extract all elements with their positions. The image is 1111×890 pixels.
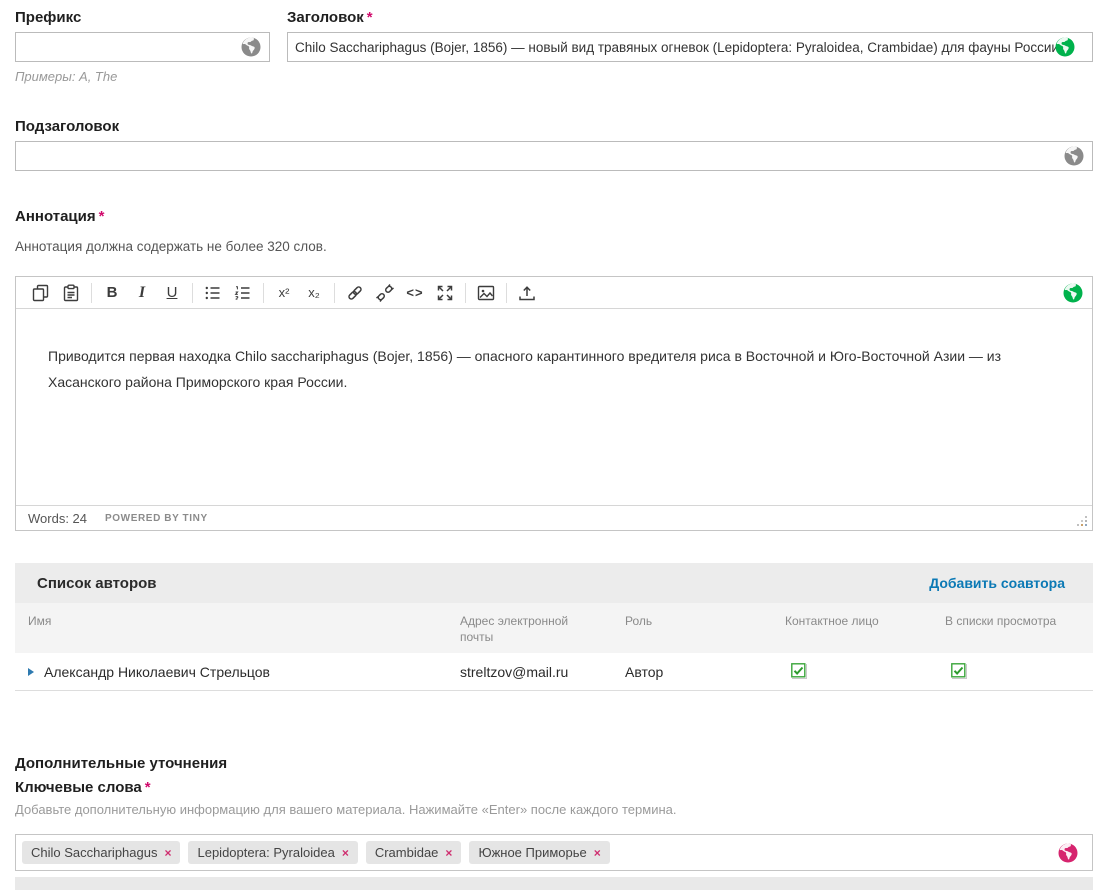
bullet-list-icon[interactable]	[200, 281, 226, 305]
numbered-list-icon[interactable]	[230, 281, 256, 305]
keyword-tag: Crambidae ×	[366, 841, 462, 864]
authors-panel: Список авторов Добавить соавтора Имя Адр…	[15, 563, 1093, 691]
italic-icon[interactable]: I	[129, 281, 155, 305]
editor-toolbar: B I U x² x₂ <>	[16, 277, 1092, 309]
resize-grip-icon[interactable]	[1075, 514, 1089, 528]
toolbar-separator	[465, 283, 466, 303]
column-header-name: Имя	[15, 613, 460, 629]
column-header-contact: Контактное лицо	[785, 613, 945, 629]
remove-keyword-icon[interactable]: ×	[164, 846, 171, 860]
subscript-icon[interactable]: x₂	[301, 281, 327, 305]
multilingual-globe-icon[interactable]	[241, 37, 261, 57]
authors-column-headers: Имя Адрес электронной почты Роль Контакт…	[15, 603, 1093, 653]
keyword-tag: Южное Приморье ×	[469, 841, 609, 864]
remove-keyword-icon[interactable]: ×	[342, 846, 349, 860]
editor-statusbar: Words: 24 POWERED BY TINY	[16, 505, 1092, 530]
add-coauthor-link[interactable]: Добавить соавтора	[929, 575, 1065, 591]
author-name: Александр Николаевич Стрельцов	[44, 664, 270, 680]
toolbar-separator	[506, 283, 507, 303]
link-icon[interactable]	[342, 281, 368, 305]
abstract-help: Аннотация должна содержать не более 320 …	[15, 239, 1093, 254]
required-asterisk: *	[367, 9, 373, 26]
image-icon[interactable]	[473, 281, 499, 305]
subtitle-input[interactable]	[15, 141, 1093, 171]
toolbar-separator	[91, 283, 92, 303]
browse-checkbox-checked[interactable]	[951, 663, 966, 678]
upload-icon[interactable]	[514, 281, 540, 305]
fullscreen-icon[interactable]	[432, 281, 458, 305]
keyword-tag: Lepidoptera: Pyraloidea ×	[188, 841, 357, 864]
keyword-tag: Chilo Sacchariphagus ×	[22, 841, 180, 864]
keyword-tag-label: Crambidae	[375, 845, 439, 860]
authors-title: Список авторов	[37, 575, 157, 592]
next-section-edge	[15, 877, 1093, 890]
keywords-label: Ключевые слова*	[15, 778, 1093, 798]
word-count: Words: 24	[28, 511, 87, 526]
expand-row-icon[interactable]	[28, 668, 34, 676]
multilingual-globe-icon[interactable]	[1063, 283, 1083, 303]
prefix-input[interactable]	[15, 32, 270, 62]
required-asterisk: *	[99, 208, 105, 225]
keyword-tag-label: Chilo Sacchariphagus	[31, 845, 157, 860]
source-code-icon[interactable]: <>	[402, 281, 428, 305]
title-input[interactable]	[287, 32, 1093, 62]
subtitle-label: Подзаголовок	[15, 117, 1093, 137]
column-header-role: Роль	[625, 613, 785, 629]
column-header-browse: В списки просмотра	[945, 613, 1093, 629]
title-label: Заголовок*	[287, 8, 1093, 28]
contact-checkbox-checked[interactable]	[791, 663, 806, 678]
paste-icon[interactable]	[58, 281, 84, 305]
unlink-icon[interactable]	[372, 281, 398, 305]
rich-text-editor: B I U x² x₂ <>	[15, 276, 1093, 531]
bold-icon[interactable]: B	[99, 281, 125, 305]
keyword-tag-label: Lepidoptera: Pyraloidea	[197, 845, 334, 860]
keyword-tag-label: Южное Приморье	[478, 845, 586, 860]
submission-metadata-form: Префикс Примеры: A, The Заголовок* Подза…	[0, 0, 1111, 890]
keywords-tag-input[interactable]: Chilo Sacchariphagus × Lepidoptera: Pyral…	[15, 834, 1093, 871]
toolbar-separator	[263, 283, 264, 303]
multilingual-globe-icon[interactable]	[1058, 843, 1078, 863]
column-header-email: Адрес электронной почты	[460, 613, 625, 645]
prefix-help: Примеры: A, The	[15, 69, 270, 84]
prefix-label: Префикс	[15, 8, 270, 28]
powered-by-tiny: POWERED BY TINY	[105, 513, 208, 524]
abstract-content[interactable]: Приводится первая находка Chilo sacchari…	[16, 309, 1092, 505]
remove-keyword-icon[interactable]: ×	[594, 846, 601, 860]
abstract-label: Аннотация*	[15, 207, 1093, 227]
authors-panel-header: Список авторов Добавить соавтора	[15, 563, 1093, 603]
toolbar-separator	[334, 283, 335, 303]
toolbar-separator	[192, 283, 193, 303]
underline-icon[interactable]: U	[159, 281, 185, 305]
keywords-help: Добавьте дополнительную информацию для в…	[15, 802, 1093, 817]
additional-refinements-heading: Дополнительные уточнения	[15, 755, 1093, 772]
multilingual-globe-icon[interactable]	[1064, 146, 1084, 166]
copy-icon[interactable]	[28, 281, 54, 305]
remove-keyword-icon[interactable]: ×	[445, 846, 452, 860]
author-email: streltzov@mail.ru	[460, 664, 625, 680]
required-asterisk: *	[145, 779, 151, 796]
superscript-icon[interactable]: x²	[271, 281, 297, 305]
author-row: Александр Николаевич Стрельцов streltzov…	[15, 653, 1093, 691]
additional-refinements-section: Дополнительные уточнения Ключевые слова*…	[15, 755, 1093, 890]
multilingual-globe-icon[interactable]	[1055, 37, 1075, 57]
author-role: Автор	[625, 664, 785, 680]
